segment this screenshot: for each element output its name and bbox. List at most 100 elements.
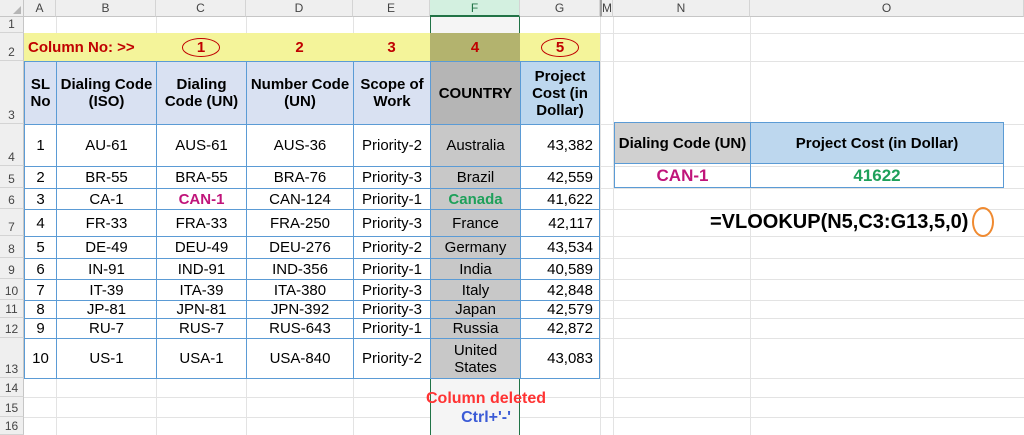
row-header-10[interactable]: 10 [0,279,24,300]
cell-country[interactable]: Australia [430,124,521,167]
cell-num[interactable]: DEU-276 [246,236,354,259]
row-header-13[interactable]: 13 [0,338,24,378]
column-no-5-cell[interactable]: 5 [520,33,600,61]
cell-sl[interactable]: 3 [24,188,57,210]
row-header-8[interactable]: 8 [0,236,24,258]
cell-cost[interactable]: 41,622 [520,188,600,210]
cell-num[interactable]: ITA-380 [246,279,354,301]
cell-country[interactable]: India [430,258,521,280]
cell-iso[interactable]: JP-81 [56,300,157,319]
col-header-e[interactable]: E [353,0,430,17]
cell-country[interactable]: Germany [430,236,521,259]
cell-scope[interactable]: Priority-3 [353,300,431,319]
row-header-15[interactable]: 15 [0,397,24,417]
cell-iso[interactable]: RU-7 [56,318,157,339]
cell-num[interactable]: AUS-36 [246,124,354,167]
cell-sl[interactable]: 2 [24,166,57,189]
cell-country[interactable]: Russia [430,318,521,339]
cell-un[interactable]: USA-1 [156,338,247,379]
cell-iso[interactable]: CA-1 [56,188,157,210]
cell-sl[interactable]: 6 [24,258,57,280]
cell-num[interactable]: RUS-643 [246,318,354,339]
cell-num[interactable]: JPN-392 [246,300,354,319]
cell-un[interactable]: BRA-55 [156,166,247,189]
cell-num[interactable]: CAN-124 [246,188,354,210]
cell-cost[interactable]: 43,083 [520,338,600,379]
col-header-g[interactable]: G [520,0,600,17]
cell-cost[interactable]: 42,559 [520,166,600,189]
cell-country-highlight[interactable]: Canada [430,188,521,210]
cell-scope[interactable]: Priority-2 [353,338,431,379]
cell-scope[interactable]: Priority-3 [353,209,431,237]
cell-cost[interactable]: 43,534 [520,236,600,259]
cell-num[interactable]: IND-356 [246,258,354,280]
column-no-1-cell[interactable]: 1 [156,33,246,61]
cell-sl[interactable]: 1 [24,124,57,167]
cell-un[interactable]: JPN-81 [156,300,247,319]
select-all-corner[interactable] [0,0,24,17]
cell-iso[interactable]: FR-33 [56,209,157,237]
row-header-7[interactable]: 7 [0,209,24,236]
header-scope[interactable]: Scope of Work [353,61,431,125]
cell-cost[interactable]: 42,579 [520,300,600,319]
row-header-3[interactable]: 3 [0,61,24,124]
lookup-header-code[interactable]: Dialing Code (UN) [614,122,751,164]
cell-iso[interactable]: AU-61 [56,124,157,167]
cell-country[interactable]: Italy [430,279,521,301]
cell-un[interactable]: FRA-33 [156,209,247,237]
cell-un[interactable]: AUS-61 [156,124,247,167]
cell-country[interactable]: Japan [430,300,521,319]
row-header-9[interactable]: 9 [0,258,24,279]
cell-country[interactable]: Brazil [430,166,521,189]
cell-num[interactable]: BRA-76 [246,166,354,189]
cell-sl[interactable]: 7 [24,279,57,301]
cell-cost[interactable]: 42,117 [520,209,600,237]
col-header-d[interactable]: D [246,0,353,17]
row-header-4[interactable]: 4 [0,124,24,166]
row-header-14[interactable]: 14 [0,378,24,397]
cell-iso[interactable]: DE-49 [56,236,157,259]
cell-sl[interactable]: 8 [24,300,57,319]
cell-cost[interactable]: 42,848 [520,279,600,301]
cell-sl[interactable]: 10 [24,338,57,379]
col-header-o[interactable]: O [750,0,1024,17]
cell-scope[interactable]: Priority-1 [353,318,431,339]
col-header-m[interactable]: M [600,0,613,17]
cell-scope[interactable]: Priority-3 [353,166,431,189]
cell-un[interactable]: ITA-39 [156,279,247,301]
header-project-cost[interactable]: Project Cost (in Dollar) [520,61,600,125]
lookup-header-cost[interactable]: Project Cost (in Dollar) [750,122,1004,164]
row-header-11[interactable]: 11 [0,300,24,318]
header-sl-no[interactable]: SL No [24,61,57,125]
row-header-1[interactable]: 1 [0,17,24,33]
cell-iso[interactable]: US-1 [56,338,157,379]
header-dialing-un[interactable]: Dialing Code (UN) [156,61,247,125]
cell-scope[interactable]: Priority-1 [353,258,431,280]
row-header-2[interactable]: 2 [0,33,24,61]
cell-iso[interactable]: BR-55 [56,166,157,189]
cell-scope[interactable]: Priority-1 [353,188,431,210]
cell-country[interactable]: United States [430,338,521,379]
cell-country[interactable]: France [430,209,521,237]
cell-scope[interactable]: Priority-2 [353,236,431,259]
cell-sl[interactable]: 9 [24,318,57,339]
cell-num[interactable]: USA-840 [246,338,354,379]
header-country[interactable]: COUNTRY [430,61,521,125]
cell-sl[interactable]: 5 [24,236,57,259]
cell-un[interactable]: IND-91 [156,258,247,280]
cell-un[interactable]: DEU-49 [156,236,247,259]
row-header-6[interactable]: 6 [0,188,24,209]
cell-cost[interactable]: 43,382 [520,124,600,167]
row-header-16[interactable]: 16 [0,417,24,435]
row-header-5[interactable]: 5 [0,166,24,188]
lookup-cost-value[interactable]: 41622 [750,163,1004,188]
cell-scope[interactable]: Priority-3 [353,279,431,301]
col-header-b[interactable]: B [56,0,156,17]
cell-un-highlight[interactable]: CAN-1 [156,188,247,210]
cell-iso[interactable]: IT-39 [56,279,157,301]
cell-un[interactable]: RUS-7 [156,318,247,339]
header-number-code[interactable]: Number Code (UN) [246,61,354,125]
column-no-4-cell[interactable]: 4 [430,33,520,61]
col-header-n[interactable]: N [613,0,750,17]
header-dialing-iso[interactable]: Dialing Code (ISO) [56,61,157,125]
